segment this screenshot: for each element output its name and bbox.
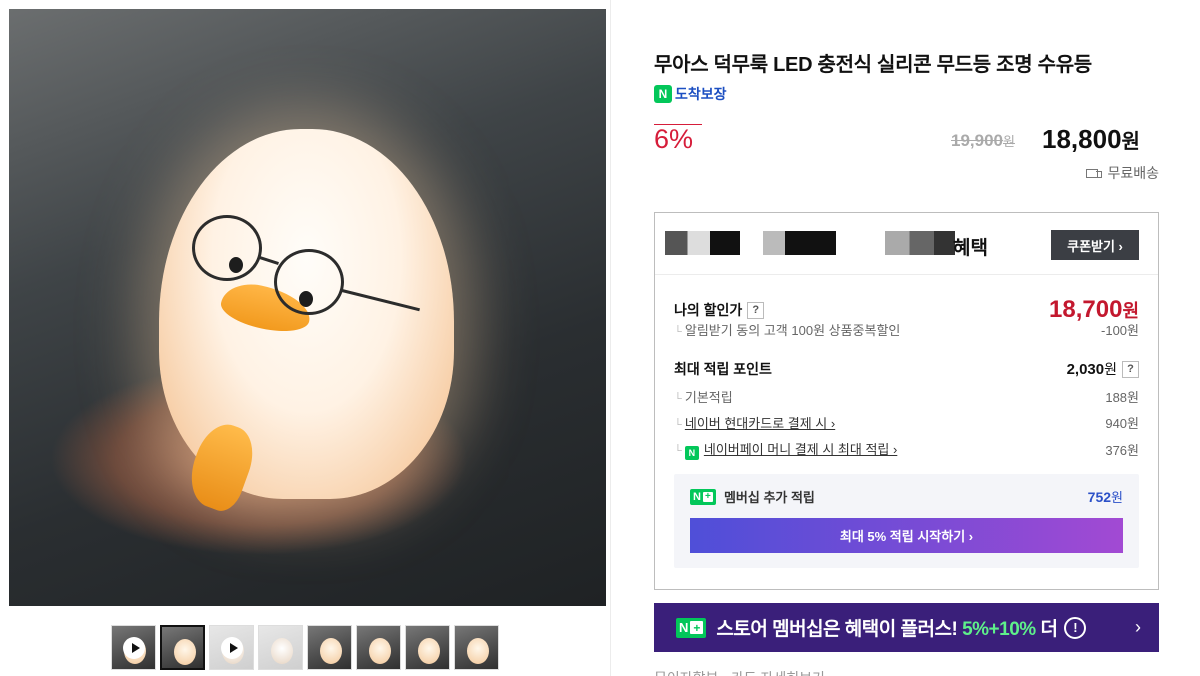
points-label: 최대 적립 포인트 <box>674 361 772 377</box>
basic-points-row: 기본적립 188원 <box>674 387 1139 406</box>
discount-rate: 6% <box>654 124 703 154</box>
points-value: 2,030원 ? <box>1067 359 1139 379</box>
glasses-lens-right <box>274 249 344 315</box>
pay-points-value: 376원 <box>1105 443 1139 458</box>
naver-plus-icon: N + <box>676 617 707 638</box>
column-divider <box>610 0 611 676</box>
thumbnail-6[interactable] <box>356 625 401 670</box>
glasses-lens-left <box>192 215 262 281</box>
help-icon[interactable]: ? <box>747 301 765 319</box>
product-title: 무아스 덕무룩 LED 충전식 실리콘 무드등 조명 수유등 <box>654 54 1092 76</box>
thumbnail-3[interactable] <box>209 625 254 670</box>
pay-points-label[interactable]: N네이버페이 머니 결제 시 최대 적립 › <box>674 439 897 460</box>
basic-points-label: 기본적립 <box>674 387 733 406</box>
membership-label: N + 멤버십 추가 적립 <box>690 487 815 506</box>
info-icon: ! <box>1064 616 1087 639</box>
truck-icon <box>1086 168 1103 179</box>
naver-n-icon: N <box>654 85 672 103</box>
thumbnail-7[interactable] <box>405 625 450 670</box>
original-price: 19,900원 <box>951 131 1015 150</box>
start-membership-button[interactable]: 최대 5% 적립 시작하기 › <box>690 518 1123 553</box>
play-icon <box>221 637 243 659</box>
main-product-image <box>9 9 606 606</box>
card-points-label[interactable]: 네이버 현대카드로 결제 시 › <box>674 413 835 432</box>
points-row: 최대 적립 포인트 2,030원 ? <box>674 359 1139 379</box>
help-icon[interactable]: ? <box>1122 360 1139 378</box>
membership-box: N + 멤버십 추가 적립 752원 최대 5% 적립 시작하기 › <box>674 474 1139 568</box>
blurred-text <box>665 231 740 255</box>
my-price-sub-value: -100원 <box>1101 323 1139 338</box>
benefit-title: 혜택 <box>953 238 988 259</box>
delivery-badge-label: 도착보장 <box>675 86 727 102</box>
shipping-label: 무료배송 <box>1107 165 1159 181</box>
my-price-sub-label: 알림받기 동의 고객 100원 상품중복할인 <box>674 320 901 339</box>
thumbnail-strip <box>111 625 499 670</box>
installment-info-text[interactable]: 무이자할부 · 카드 자세히보기 <box>654 668 825 676</box>
play-icon <box>123 637 145 659</box>
sale-price: 18,800원 <box>1042 124 1140 154</box>
chevron-right-icon: › <box>1135 617 1141 637</box>
thumbnail-1[interactable] <box>111 625 156 670</box>
benefit-box: 혜택 쿠폰받기 › 나의 할인가 ? 18,700원 알림받기 동의 고객 10… <box>654 212 1159 590</box>
card-points-value: 940원 <box>1105 416 1139 431</box>
thumbnail-8[interactable] <box>454 625 499 670</box>
membership-value: 752원 <box>1087 489 1123 505</box>
banner-text: 스토어 멤버십은 혜택이 플러스! 5%+10% 더 <box>716 619 1058 640</box>
card-points-row: 네이버 현대카드로 결제 시 › 940원 <box>674 413 1139 432</box>
delivery-guarantee-badge[interactable]: N 도착보장 <box>654 84 727 104</box>
blurred-text <box>763 231 836 255</box>
my-price-sub-row: 알림받기 동의 고객 100원 상품중복할인 -100원 <box>674 320 1139 339</box>
thumbnail-4[interactable] <box>258 625 303 670</box>
naver-plus-icon: N + <box>690 488 716 505</box>
thumbnail-2[interactable] <box>160 625 205 670</box>
thumbnail-5[interactable] <box>307 625 352 670</box>
get-coupon-button[interactable]: 쿠폰받기 › <box>1051 230 1139 260</box>
membership-banner[interactable]: N + 스토어 멤버십은 혜택이 플러스! 5%+10% 더 ! › <box>654 603 1159 652</box>
membership-row: N + 멤버십 추가 적립 752원 <box>690 487 1123 506</box>
benefit-header: 혜택 쿠폰받기 › <box>655 213 1158 275</box>
shipping-info: 무료배송 <box>1086 163 1159 183</box>
my-price-label: 나의 할인가 ? <box>674 300 765 320</box>
naver-pay-icon: N <box>684 446 699 460</box>
basic-points-value: 188원 <box>1105 390 1139 405</box>
pay-points-row: N네이버페이 머니 결제 시 최대 적립 › 376원 <box>674 439 1139 460</box>
blurred-text <box>885 231 955 255</box>
